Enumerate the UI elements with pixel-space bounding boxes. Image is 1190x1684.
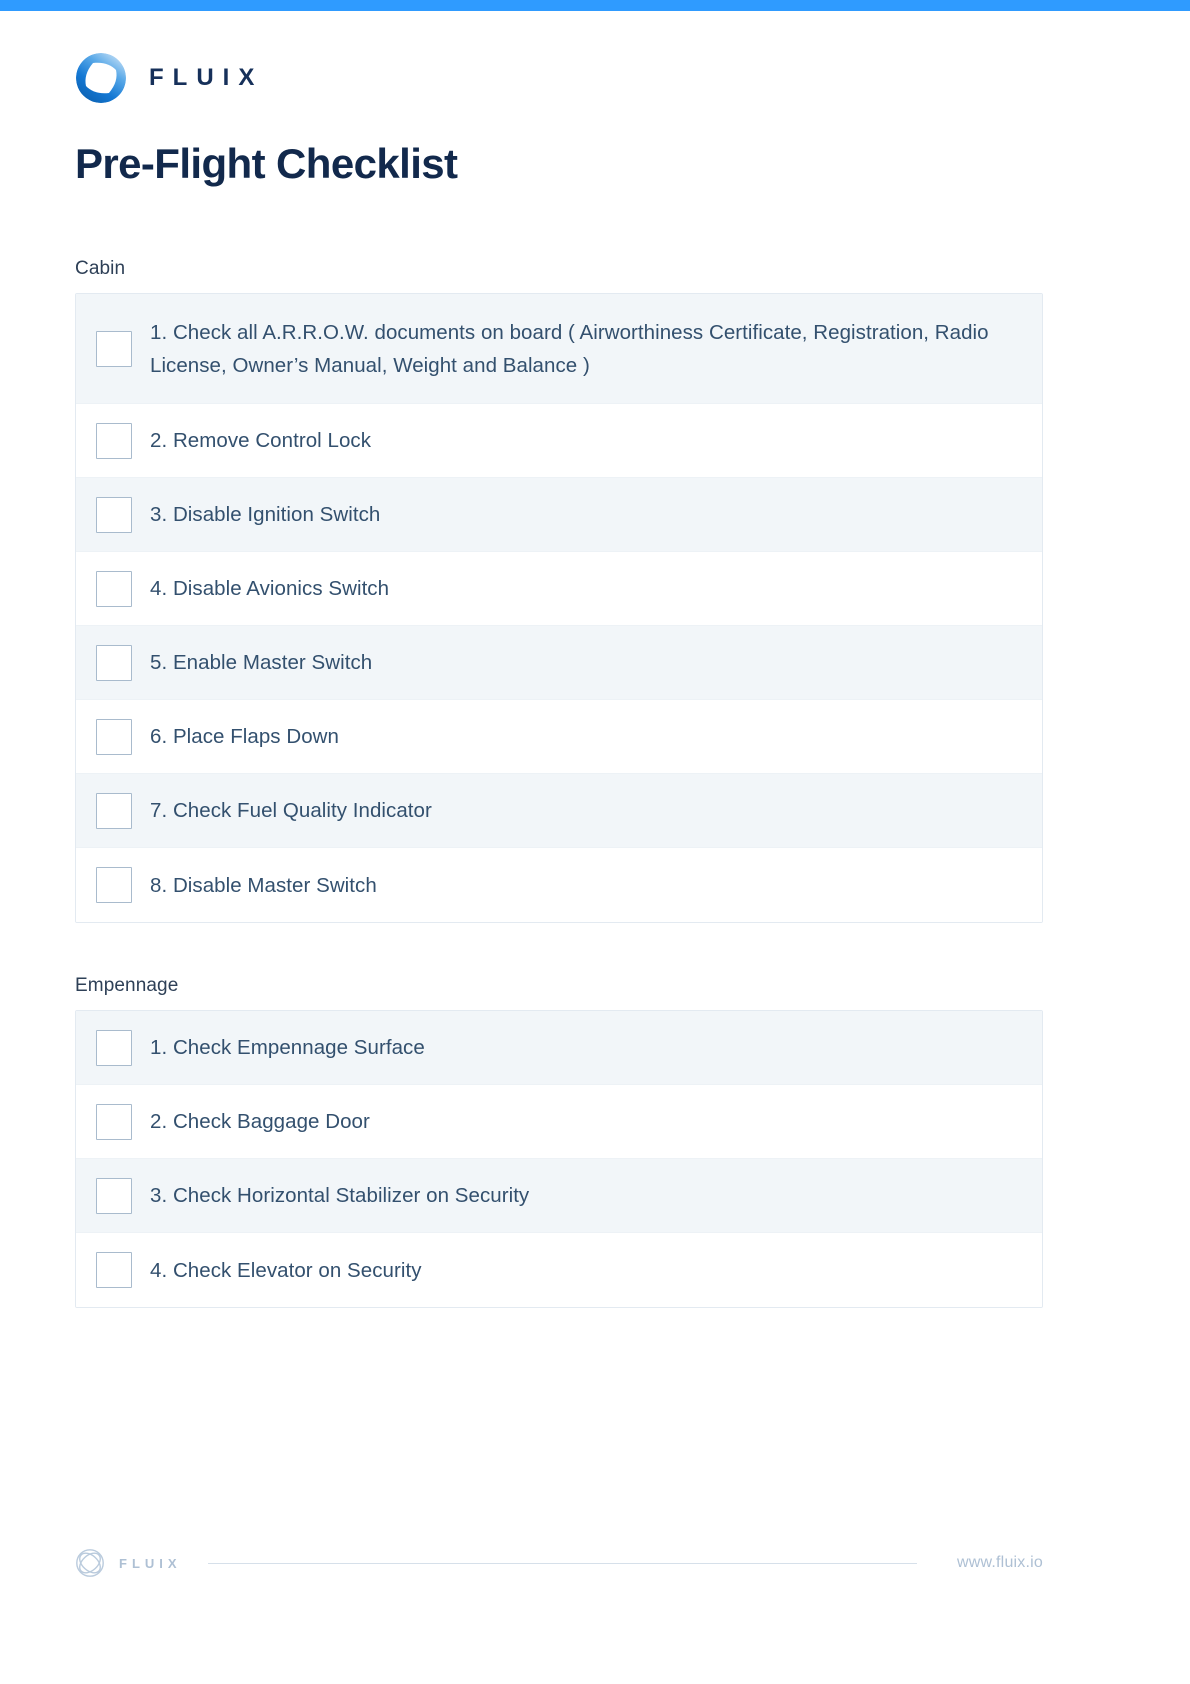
checkbox[interactable]: [96, 1252, 132, 1288]
checkbox[interactable]: [96, 422, 132, 459]
table-row[interactable]: 2. Check Baggage Door: [76, 1085, 1042, 1159]
checkbox[interactable]: [96, 1177, 132, 1214]
section-label: Empennage: [75, 975, 179, 996]
checklist-content: Cabin 1. Check all A.R.R.O.W. documents …: [75, 258, 1043, 1360]
table-row-label: 6. Place Flaps Down: [150, 725, 339, 748]
checkbox[interactable]: [96, 792, 132, 829]
table-row-label: 3. Check Horizontal Stabilizer on Securi…: [150, 1184, 530, 1207]
checklist-table: 1. Check all A.R.R.O.W. documents on boa…: [75, 293, 1043, 923]
page-footer: FLUIX www.fluix.io: [75, 1548, 1043, 1578]
checkbox[interactable]: [96, 570, 132, 607]
checkbox[interactable]: [96, 1029, 132, 1066]
table-row-label: 4. Disable Avionics Switch: [150, 577, 390, 600]
checkbox[interactable]: [96, 644, 132, 681]
document-page: FLUIX Pre-Flight Checklist Cabin 1. Chec…: [0, 0, 1190, 1684]
checklist-table: 1. Check Empennage Surface 2. Check Bagg…: [75, 1010, 1043, 1308]
table-row[interactable]: 3. Disable Ignition Switch: [76, 478, 1042, 552]
checklist-section-cabin: Cabin 1. Check all A.R.R.O.W. documents …: [75, 258, 1043, 923]
table-row[interactable]: 2. Remove Control Lock: [76, 404, 1042, 478]
checklist-section-empennage: Empennage 1. Check Empennage Surface 2. …: [75, 975, 1043, 1308]
brand-wordmark: FLUIX: [149, 64, 264, 91]
table-row-label: 2. Remove Control Lock: [150, 429, 372, 452]
section-label: Cabin: [75, 258, 126, 279]
table-row[interactable]: 7. Check Fuel Quality Indicator: [76, 774, 1042, 848]
page-title: Pre-Flight Checklist: [75, 140, 458, 187]
table-row-label: 1. Check Empennage Surface: [150, 1036, 425, 1059]
table-row-label: 7. Check Fuel Quality Indicator: [150, 799, 432, 822]
table-row[interactable]: 1. Check all A.R.R.O.W. documents on boa…: [76, 294, 1042, 404]
table-row[interactable]: 6. Place Flaps Down: [76, 700, 1042, 774]
table-row-label: 4. Check Elevator on Security: [150, 1258, 422, 1282]
top-accent-bar: [0, 0, 1190, 11]
table-row[interactable]: 4. Check Elevator on Security: [76, 1233, 1042, 1307]
table-row-label: 8. Disable Master Switch: [150, 873, 377, 897]
checkbox[interactable]: [96, 330, 132, 367]
table-row[interactable]: 3. Check Horizontal Stabilizer on Securi…: [76, 1159, 1042, 1233]
checkbox[interactable]: [96, 718, 132, 755]
checkbox[interactable]: [96, 867, 132, 903]
checkbox[interactable]: [96, 1103, 132, 1140]
table-row-label: 5. Enable Master Switch: [150, 651, 373, 674]
table-row[interactable]: 8. Disable Master Switch: [76, 848, 1042, 922]
fluix-ring-outline-logo-icon: [75, 1548, 105, 1578]
brand-header: FLUIX: [75, 52, 263, 104]
table-row-label: 3. Disable Ignition Switch: [150, 503, 381, 526]
fluix-ring-logo-icon: [75, 52, 127, 104]
table-row[interactable]: 5. Enable Master Switch: [76, 626, 1042, 700]
table-row[interactable]: 4. Disable Avionics Switch: [76, 552, 1042, 626]
footer-url[interactable]: www.fluix.io: [957, 1554, 1043, 1572]
footer-divider: [207, 1562, 918, 1564]
table-row-label: 2. Check Baggage Door: [150, 1110, 370, 1133]
table-row-label: 1. Check all A.R.R.O.W. documents on boa…: [150, 320, 989, 377]
checkbox[interactable]: [96, 496, 132, 533]
footer-brand-wordmark: FLUIX: [119, 1555, 182, 1571]
table-row[interactable]: 1. Check Empennage Surface: [76, 1011, 1042, 1085]
